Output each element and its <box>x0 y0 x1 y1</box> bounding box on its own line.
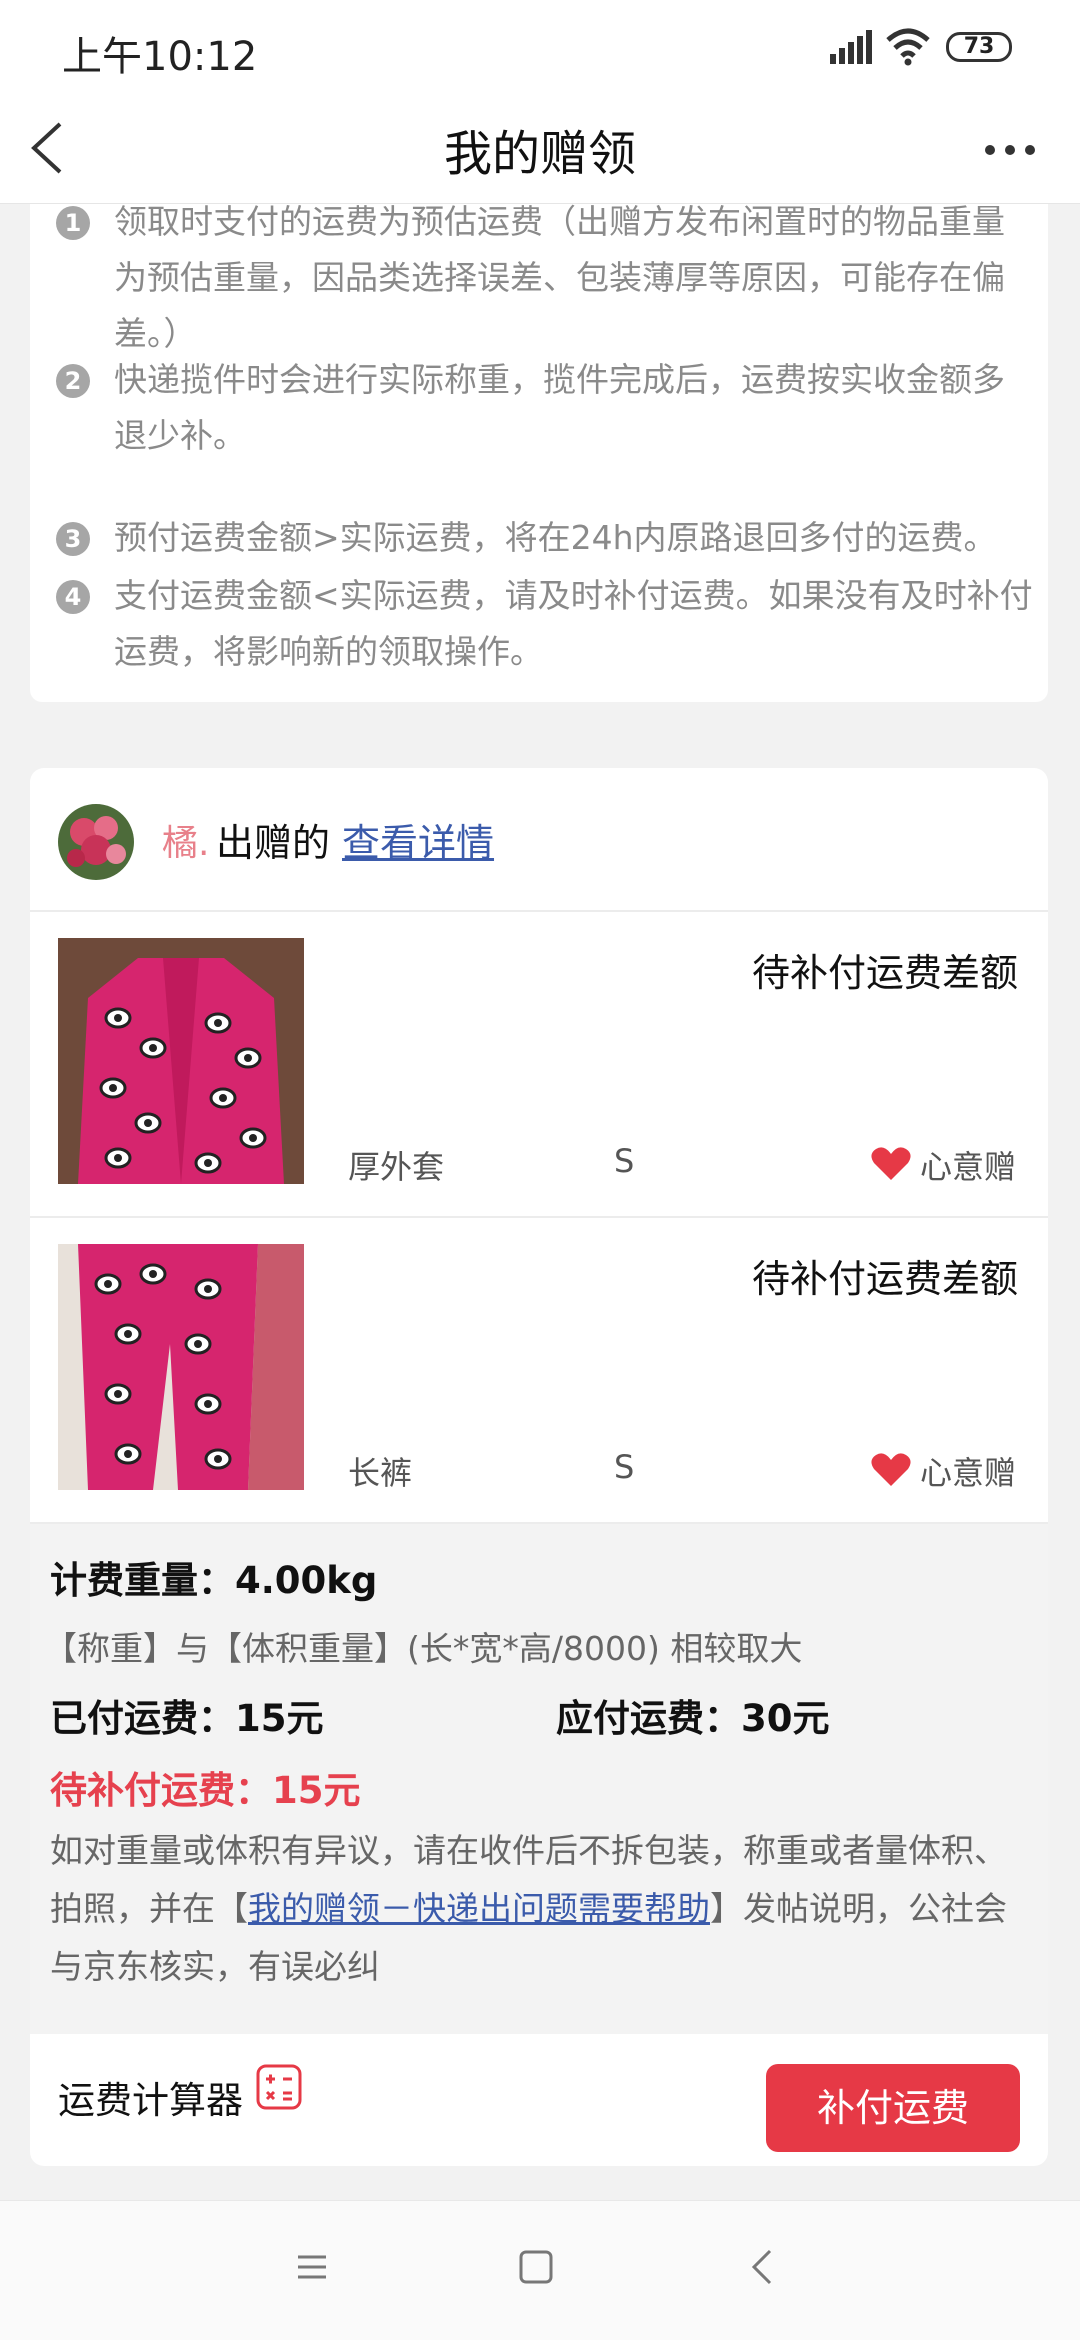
gift-item-row[interactable]: 待补付运费差额 厚外套 S 心意赠 <box>30 912 1048 1218</box>
wifi-icon <box>886 28 930 66</box>
owed-shipping: 待补付运费：15元 <box>50 1769 361 1812</box>
status-bar: 上午10:12 73 <box>0 0 1080 92</box>
nav-bar: 我的赠领 <box>0 92 1080 204</box>
item-size: S <box>614 1142 635 1180</box>
notice-text: 预付运费金额>实际运费，将在24h内原路退回多付的运费。 <box>114 518 997 557</box>
notice-text: 领取时支付的运费为预估运费（出赠方发布闲置时的物品重量为预估重量，因品类选择误差… <box>114 204 1005 353</box>
calculator-icon[interactable] <box>256 2064 302 2110</box>
status-time: 上午10:12 <box>62 34 258 80</box>
shipping-notice-card: 1 领取时支付的运费为预估运费（出赠方发布闲置时的物品重量为预估重量，因品类选择… <box>30 204 1048 702</box>
billing-weight: 计费重量：4.00kg <box>50 1559 378 1602</box>
back-nav-icon[interactable] <box>744 2245 780 2289</box>
item-name: 厚外套 <box>348 1148 445 1186</box>
notice-text: 快递揽件时会进行实际称重，揽件完成后，运费按实收金额多退少补。 <box>114 360 1005 455</box>
shipping-fee-box: 计费重量：4.00kg 【称重】与【体积重量】(长*宽*高/8000) 相较取大… <box>30 1524 1048 2034</box>
dispute-note: 如对重量或体积有异议，请在收件后不拆包装，称重或者量体积、拍照，并在【我的赠领－… <box>50 1822 1030 1996</box>
heart-icon <box>871 1453 911 1486</box>
shipping-calculator-label[interactable]: 运费计算器 <box>58 2070 243 2124</box>
notice-text: 支付运费金额<实际运费，请及时补付运费。如果没有及时补付运费，将影响新的领取操作… <box>114 576 1033 671</box>
notice-number-badge: 3 <box>56 522 90 556</box>
item-status: 待补付运费差额 <box>751 1257 1018 1301</box>
item-thumbnail[interactable] <box>58 1244 304 1490</box>
gift-type-tag: 心意赠 <box>920 1148 1017 1186</box>
gift-item-row[interactable]: 待补付运费差额 长裤 S 心意赠 <box>30 1218 1048 1524</box>
menu-icon[interactable] <box>292 2247 332 2287</box>
item-thumbnail[interactable] <box>58 938 304 1184</box>
more-options-icon[interactable] <box>980 114 1040 184</box>
help-post-link[interactable]: 我的赠领－快递出问题需要帮助 <box>248 1889 710 1928</box>
notice-item: 2 快递揽件时会进行实际称重，揽件完成后，运费按实收金额多退少补。 <box>56 352 1036 464</box>
gift-type-tag: 心意赠 <box>920 1454 1017 1492</box>
paid-shipping: 已付运费：15元 <box>50 1697 324 1740</box>
notice-item: 1 领取时支付的运费为预估运费（出赠方发布闲置时的物品重量为预估重量，因品类选择… <box>56 204 1036 362</box>
page-title: 我的赠领 <box>443 126 636 182</box>
pay-shipping-button[interactable]: 补付运费 <box>766 2064 1020 2152</box>
home-icon[interactable] <box>516 2247 556 2287</box>
notice-number-badge: 2 <box>56 364 90 398</box>
notice-item: 4 支付运费金额<实际运费，请及时补付运费。如果没有及时补付运费，将影响新的领取… <box>56 568 1036 680</box>
item-size: S <box>614 1448 635 1486</box>
system-nav-bar <box>0 2200 1080 2340</box>
gift-order-card: 橘. 出赠的 查看详情 待补付运费差额 厚外套 S 心意赠 待补付运费差额 长裤… <box>30 768 1048 2166</box>
item-status: 待补付运费差额 <box>751 951 1018 995</box>
giver-action-text: 出赠的 <box>216 821 331 865</box>
heart-icon <box>871 1147 911 1180</box>
battery-indicator: 73 <box>946 32 1012 62</box>
weight-rule: 【称重】与【体积重量】(长*宽*高/8000) 相较取大 <box>44 1629 803 1668</box>
notice-number-badge: 1 <box>56 206 90 240</box>
notice-item: 3 预付运费金额>实际运费，将在24h内原路退回多付的运费。 <box>56 510 1036 566</box>
giver-name: 橘. <box>162 823 210 864</box>
giver-row: 橘. 出赠的 查看详情 <box>30 768 1048 912</box>
item-name: 长裤 <box>348 1454 413 1492</box>
signal-icon <box>830 30 872 64</box>
avatar[interactable] <box>58 804 134 880</box>
payable-shipping: 应付运费：30元 <box>556 1697 830 1740</box>
view-details-link[interactable]: 查看详情 <box>342 812 494 867</box>
notice-number-badge: 4 <box>56 580 90 614</box>
